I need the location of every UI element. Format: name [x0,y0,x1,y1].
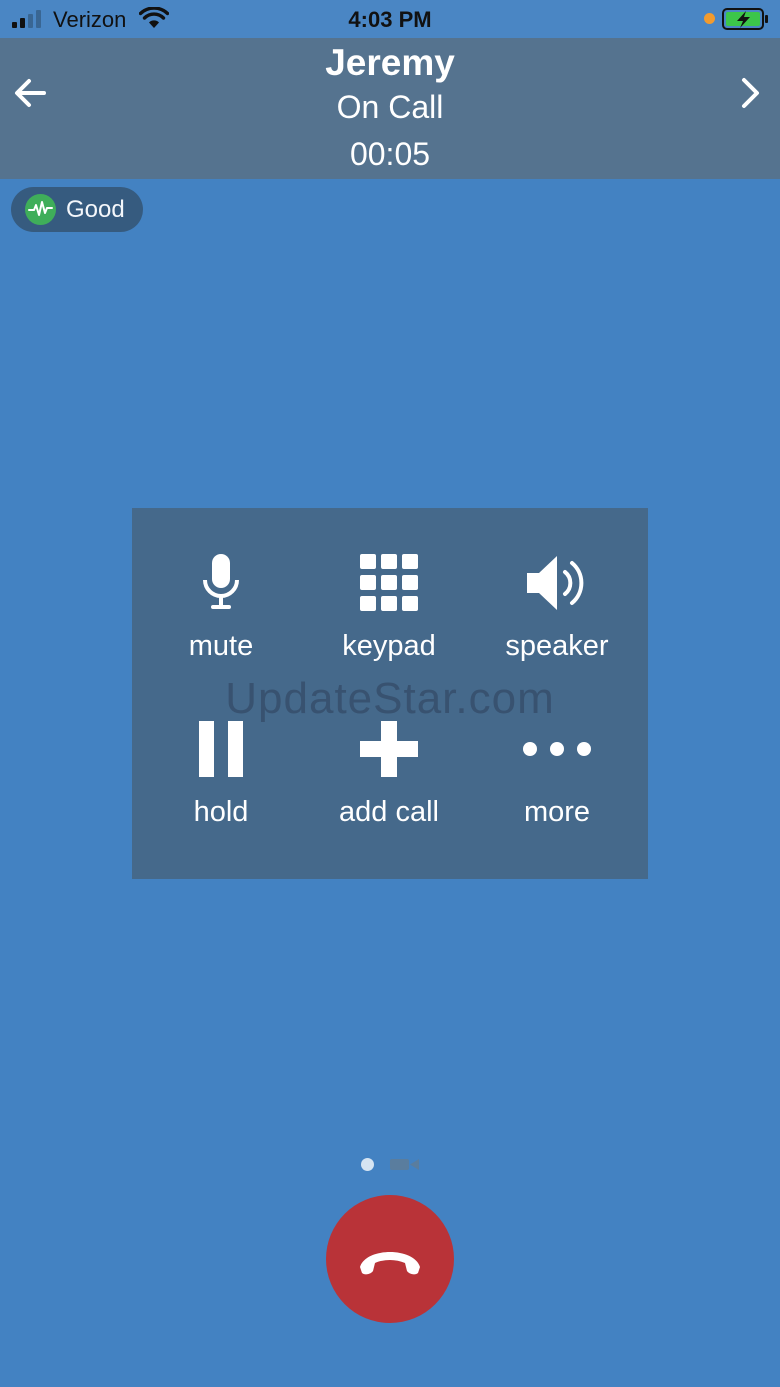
more-button[interactable]: more [472,714,642,854]
keypad-label: keypad [342,630,436,662]
keypad-button[interactable]: keypad [304,548,474,688]
hold-label: hold [193,796,249,828]
hold-button[interactable]: hold [136,714,306,854]
status-bar: Verizon 4:03 PM [0,0,780,38]
speaker-label: speaker [505,630,609,662]
hang-up-icon [360,1252,420,1275]
mute-button[interactable]: mute [136,548,306,688]
pulse-icon [25,194,56,225]
keypad-icon [304,548,474,618]
call-quality-badge: Good [11,187,143,232]
end-call-button[interactable] [326,1195,454,1323]
more-label: more [523,796,591,828]
chevron-right-icon[interactable] [730,72,772,114]
page-dot[interactable] [361,1158,374,1171]
speaker-button[interactable]: speaker [472,548,642,688]
call-quality-label: Good [66,196,125,223]
call-timer: 00:05 [349,136,431,172]
call-state: On Call [336,89,444,125]
status-time: 4:03 PM [348,7,432,32]
add-call-button[interactable]: add call [304,714,474,854]
call-header: Jeremy On Call 00:05 [0,38,780,179]
pause-icon [136,714,306,784]
battery-charging-icon [722,8,768,30]
microphone-icon [136,548,306,618]
orange-dot-icon [704,13,715,24]
more-dots-icon [472,714,642,784]
caller-name: Jeremy [325,42,455,83]
speaker-icon [472,548,642,618]
video-icon[interactable] [390,1158,420,1171]
call-controls-panel: UpdateStar.com mute keypad speaker hold … [132,508,648,879]
mute-label: mute [188,630,254,662]
add-call-label: add call [339,796,439,828]
plus-icon [304,714,474,784]
